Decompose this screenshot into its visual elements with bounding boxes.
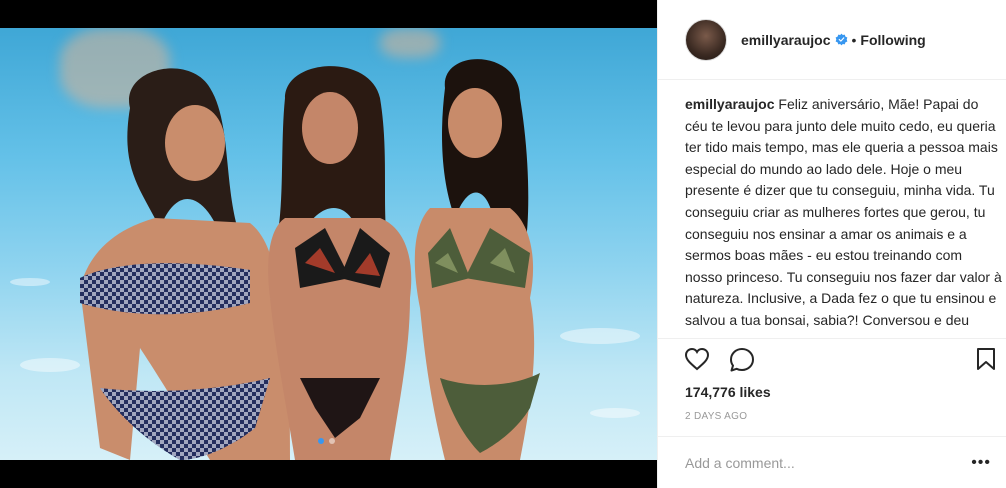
post-timestamp[interactable]: 2 DAYS AGO bbox=[685, 411, 747, 422]
woman-right bbox=[414, 59, 540, 460]
more-options-icon[interactable]: ••• bbox=[971, 454, 991, 472]
caption: emillyaraujoc Feliz aniversário, Mãe! Pa… bbox=[685, 94, 1003, 336]
woman-center bbox=[268, 66, 412, 460]
comment-input[interactable] bbox=[685, 454, 972, 471]
action-bar bbox=[658, 338, 1006, 378]
post-header: emillyaraujoc • Following bbox=[658, 0, 1006, 80]
carousel-dot[interactable] bbox=[329, 438, 335, 444]
avatar[interactable] bbox=[685, 18, 727, 61]
post-photo bbox=[0, 28, 657, 460]
caption-text: Feliz aniversário, Mãe! Papai do céu te … bbox=[685, 96, 1002, 336]
likes-count[interactable]: 174,776 likes bbox=[685, 384, 771, 400]
people-illustration bbox=[80, 59, 540, 460]
caption-username[interactable]: emillyaraujoc bbox=[685, 96, 775, 112]
username-link[interactable]: emillyaraujoc bbox=[741, 32, 831, 48]
comment-bubble-icon[interactable] bbox=[729, 347, 755, 373]
woman-left bbox=[80, 68, 290, 460]
header-separator: • bbox=[851, 31, 857, 48]
post-media[interactable] bbox=[0, 0, 657, 488]
carousel-indicator[interactable] bbox=[318, 438, 335, 444]
comment-box: ••• bbox=[658, 436, 1006, 488]
post-sidebar: emillyaraujoc • Following emillyaraujoc … bbox=[657, 0, 1006, 488]
water-sparkle bbox=[10, 278, 50, 286]
carousel-dot-active[interactable] bbox=[318, 438, 324, 444]
verified-badge-icon bbox=[835, 33, 847, 46]
following-button[interactable]: Following bbox=[860, 32, 925, 48]
bookmark-icon[interactable] bbox=[976, 347, 996, 371]
heart-icon[interactable] bbox=[684, 347, 710, 371]
